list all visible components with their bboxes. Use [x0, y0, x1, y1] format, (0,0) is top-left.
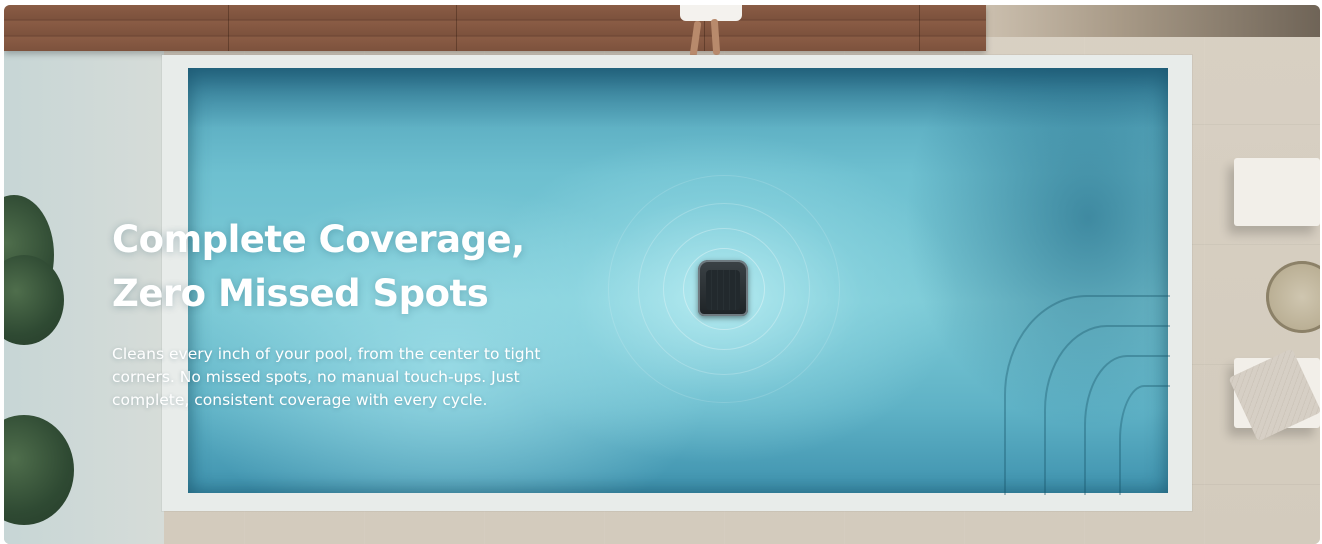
hero-copy: Complete Coverage, Zero Missed Spots Cle…: [112, 213, 582, 412]
hero-banner: Complete Coverage, Zero Missed Spots Cle…: [4, 5, 1320, 544]
sun-lounger: [1234, 158, 1320, 226]
pool-ledge-shadow: [188, 68, 1168, 128]
pool-step: [1119, 385, 1170, 495]
person-on-deck: [680, 5, 742, 21]
top-right-terrace: [986, 5, 1320, 37]
hero-description: Cleans every inch of your pool, from the…: [112, 345, 541, 409]
headline-line-1: Complete Coverage,: [112, 218, 525, 261]
wooden-deck: [4, 5, 986, 51]
pool-cleaning-robot-icon: [698, 260, 748, 316]
hero-headline: Complete Coverage, Zero Missed Spots: [112, 213, 582, 321]
headline-line-2: Zero Missed Spots: [112, 272, 489, 315]
